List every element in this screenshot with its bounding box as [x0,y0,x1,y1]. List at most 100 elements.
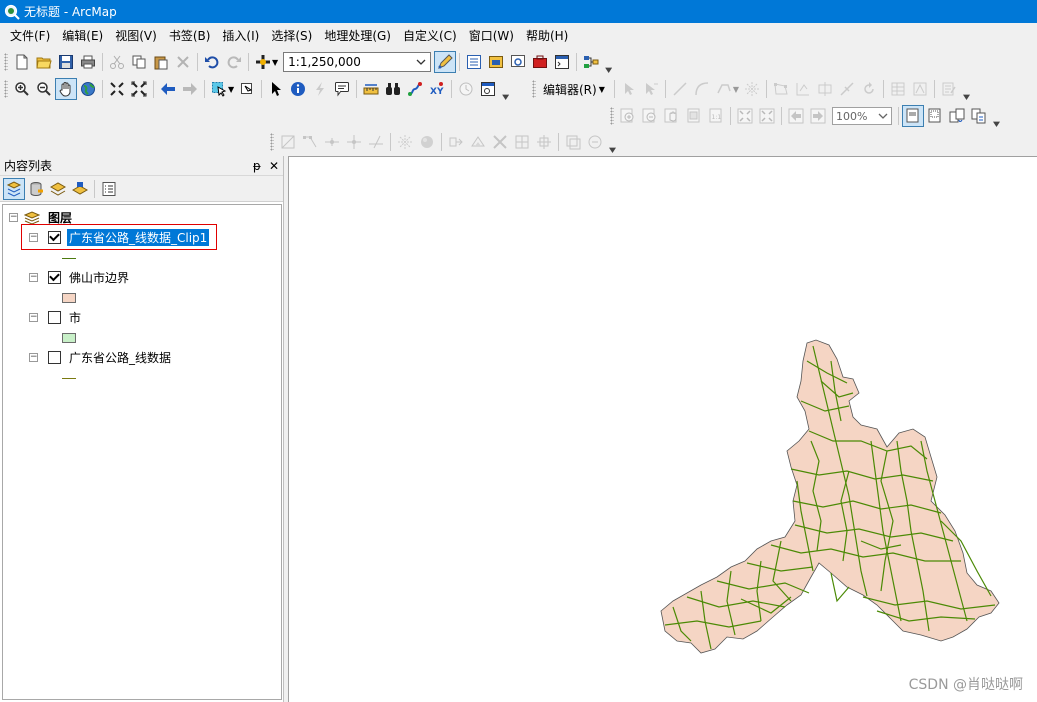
focus-data-frame-button[interactable] [924,105,946,127]
identify-button[interactable] [287,78,309,100]
open-button[interactable] [33,51,55,73]
topology-tool-11-button[interactable] [511,131,533,153]
delete-button[interactable] [172,51,194,73]
search-window-button[interactable] [507,51,529,73]
add-data-button[interactable] [252,51,274,73]
collapse-icon[interactable]: − [29,352,38,362]
toolbar-overflow-button[interactable] [608,131,617,153]
split-tool-button[interactable] [836,78,858,100]
chevron-down-icon[interactable]: ▼ [733,85,739,94]
menu-geoprocessing[interactable]: 地理处理(G) [318,25,397,47]
collapse-icon[interactable]: − [9,212,18,222]
zoom-whole-page-button[interactable] [683,105,705,127]
map-canvas[interactable] [289,157,1037,702]
undo-button[interactable] [201,51,223,73]
cut-polygons-button[interactable] [814,78,836,100]
arctoolbox-button[interactable] [529,51,551,73]
toc-layer-item[interactable]: − 市 [29,308,83,326]
straight-segment-button[interactable] [669,78,691,100]
map-display[interactable]: CSDN @肖哒哒啊 [288,156,1037,702]
rotate-button[interactable] [858,78,880,100]
measure-button[interactable] [360,78,382,100]
new-document-button[interactable] [11,51,33,73]
toc-layer-item[interactable]: − 佛山市边界 [29,268,131,286]
topology-tool-12-button[interactable] [533,131,555,153]
layer-name[interactable]: 佛山市边界 [67,269,131,286]
list-by-selection-button[interactable] [69,178,91,200]
topology-tool-6-button[interactable] [394,131,416,153]
line-symbol-swatch[interactable] [62,258,76,259]
reshape-button[interactable] [792,78,814,100]
edit-vertices-button[interactable] [770,78,792,100]
fixed-zoom-out-button[interactable] [128,78,150,100]
list-by-drawing-order-button[interactable] [3,177,25,200]
toc-window-button[interactable] [463,51,485,73]
print-button[interactable] [77,51,99,73]
chevron-down-icon[interactable]: ▼ [272,58,278,67]
layer-name[interactable]: 市 [67,309,83,326]
attributes-button[interactable] [887,78,909,100]
create-features-button[interactable] [938,78,960,100]
zoom-100-percent-button[interactable]: 1:1 [705,105,727,127]
layout-zoom-out-button[interactable] [639,105,661,127]
editor-toolbar-toggle-button[interactable] [434,51,457,73]
edit-annotation-button[interactable] [640,78,662,100]
select-elements-button[interactable] [265,78,287,100]
modelbuilder-button[interactable] [580,51,602,73]
create-viewer-button[interactable] [477,78,499,100]
toc-layer-item[interactable]: − 广东省公路_线数据 [29,348,173,366]
clear-selection-button[interactable] [236,78,258,100]
topology-tool-13-button[interactable] [562,131,584,153]
full-extent-button[interactable] [77,78,99,100]
topology-tool-3-button[interactable] [321,131,343,153]
menu-file[interactable]: 文件(F) [4,25,56,47]
collapse-icon[interactable]: − [29,272,38,282]
fixed-zoom-in-layout-button[interactable] [734,105,756,127]
hyperlink-button[interactable] [309,78,331,100]
map-scale-combobox[interactable]: 1:1,250,000 [283,52,432,72]
find-route-button[interactable] [404,78,426,100]
toolbar-grip[interactable] [532,80,536,98]
sketch-properties-button[interactable] [909,78,931,100]
html-popup-button[interactable] [331,78,353,100]
edit-tool-button[interactable] [618,78,640,100]
list-by-visibility-button[interactable] [47,178,69,200]
construction-tools-button[interactable] [713,78,735,100]
polygon-symbol-swatch[interactable] [62,333,76,343]
collapse-icon[interactable]: − [29,312,38,322]
menu-insert[interactable]: 插入(I) [216,25,265,47]
polygon-symbol-swatch[interactable] [62,293,76,303]
layout-zoom-combobox[interactable]: 100% [832,107,892,125]
pan-button[interactable] [55,78,77,100]
arc-segment-button[interactable] [691,78,713,100]
change-layout-button[interactable] [946,105,968,127]
go-to-xy-button[interactable]: XY [426,78,448,100]
layer-visibility-checkbox[interactable] [48,350,61,364]
toolbar-grip[interactable] [4,53,8,71]
layout-pan-button[interactable] [661,105,683,127]
zoom-out-button[interactable] [33,78,55,100]
toolbar-overflow-button[interactable] [962,78,971,100]
topology-tool-8-button[interactable] [445,131,467,153]
toolbar-grip[interactable] [610,107,614,125]
menu-selection[interactable]: 选择(S) [265,25,318,47]
layout-back-button[interactable] [785,105,807,127]
zoom-in-button[interactable] [11,78,33,100]
save-button[interactable] [55,51,77,73]
toolbar-overflow-button[interactable] [501,78,510,100]
toolbar-overflow-button[interactable] [992,105,1001,127]
topology-tool-2-button[interactable] [299,131,321,153]
data-driven-pages-button[interactable] [968,105,990,127]
cut-button[interactable] [106,51,128,73]
menu-bookmarks[interactable]: 书签(B) [163,25,217,47]
menu-edit[interactable]: 编辑(E) [56,25,109,47]
catalog-window-button[interactable] [485,51,507,73]
layer-visibility-checkbox[interactable] [48,310,61,324]
menu-windows[interactable]: 窗口(W) [463,25,520,47]
toolbar-grip[interactable] [4,80,8,98]
toc-options-button[interactable] [98,178,120,200]
fixed-zoom-out-layout-button[interactable] [756,105,778,127]
topology-tool-9-button[interactable] [467,131,489,153]
pin-icon[interactable]: ᵽ [253,159,261,173]
layer-visibility-checkbox[interactable] [48,270,61,284]
